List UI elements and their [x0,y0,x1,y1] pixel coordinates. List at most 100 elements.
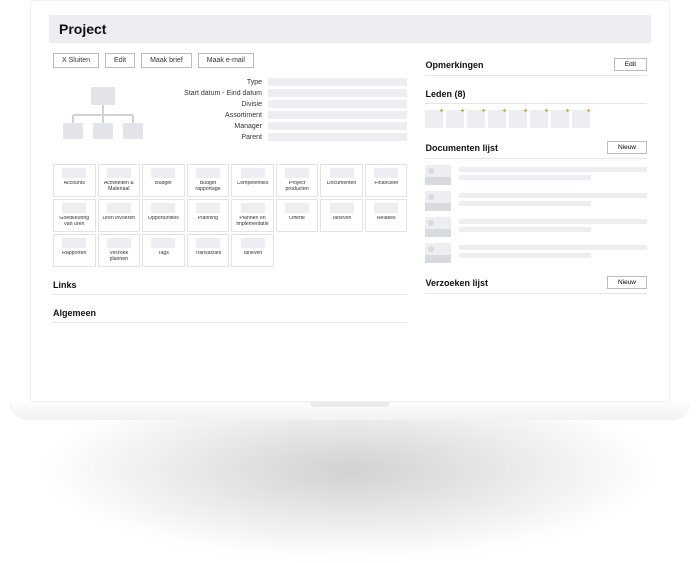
tab-16[interactable]: Rapporten [53,234,96,267]
member-avatar[interactable] [572,110,590,128]
section-notes: Opmerkingen Edit [425,53,647,76]
tab-swatch [107,168,131,178]
tab-label: Uren invoeren [103,216,136,228]
tab-17[interactable]: Verzoek plannen [98,234,141,267]
make-email-button[interactable]: Maak e-mail [198,53,254,68]
tab-19[interactable]: Transacties [187,234,230,267]
tab-6[interactable]: Documenten [320,164,363,197]
tab-swatch [62,203,86,213]
tab-swatch [196,238,220,248]
member-avatar[interactable] [446,110,464,128]
tab-9[interactable]: Uren invoeren [98,199,141,232]
members-row [425,110,647,128]
tab-label: Documenten [327,181,356,193]
tab-label: Competenties [237,181,269,193]
tab-label: Tags [158,251,169,263]
field-value-type [268,78,407,86]
section-documents: Documenten lijst Nieuw [425,136,647,159]
notes-edit-button[interactable]: Edit [614,58,647,71]
tab-0[interactable]: Accounts [53,164,96,197]
document-text [459,245,647,261]
section-general-label: Algemeen [53,308,96,318]
title-bar: Project [49,15,651,43]
document-row[interactable] [425,217,647,237]
member-avatar[interactable] [467,110,485,128]
section-requests: Verzoeken lijst Nieuw [425,271,647,294]
section-members-label: Leden (8) [425,89,465,99]
field-value-assortment [268,111,407,119]
tab-label: Plannen en implementatie [234,216,271,228]
make-letter-button[interactable]: Maak brief [141,53,192,68]
screen: Project X Sluiten Edit Maak brief Maak e… [30,0,670,402]
tab-label: Accounts [64,181,85,193]
toolbar: X Sluiten Edit Maak brief Maak e-mail [53,53,407,68]
documents-list [425,165,647,263]
section-members: Leden (8) [425,84,647,104]
tab-10[interactable]: Opportunities [142,199,185,232]
document-row[interactable] [425,243,647,263]
requests-new-button[interactable]: Nieuw [607,276,647,289]
tab-swatch [374,203,398,213]
member-avatar[interactable] [509,110,527,128]
tab-swatch [196,203,220,213]
document-text [459,193,647,209]
tab-8[interactable]: Goedkeuring van uren [53,199,96,232]
tab-swatch [285,168,309,178]
tab-swatch [374,168,398,178]
tab-swatch [285,203,309,213]
member-avatar[interactable] [488,110,506,128]
tab-swatch [151,168,175,178]
org-chart-icon [53,80,153,154]
member-avatar[interactable] [425,110,443,128]
tab-2[interactable]: Budget [142,164,185,197]
close-button[interactable]: X Sluiten [53,53,99,68]
tab-13[interactable]: Offerte [276,199,319,232]
tab-label: Relaties [377,216,396,228]
tab-7[interactable]: Financieel [365,164,408,197]
tab-label: Opportunities [148,216,179,228]
tab-12[interactable]: Plannen en implementatie [231,199,274,232]
tab-5[interactable]: Project producten [276,164,319,197]
tab-label: Activiteiten & Materiaal [101,181,138,193]
tab-label: Budget rapportage [190,181,227,193]
tab-18[interactable]: Tags [142,234,185,267]
field-label-dates: Start datum - Eind datum [167,90,262,97]
member-avatar[interactable] [530,110,548,128]
tab-15[interactable]: Relaties [365,199,408,232]
tab-label: Offerte [289,216,305,228]
field-value-parent [268,133,407,141]
edit-button[interactable]: Edit [105,53,135,68]
tab-label: Planning [198,216,218,228]
field-label-parent: Parent [167,134,262,141]
tab-swatch [241,168,265,178]
tab-14[interactable]: Tarieven [320,199,363,232]
tab-label: Rapporten [62,251,86,263]
tab-swatch [151,238,175,248]
section-requests-label: Verzoeken lijst [425,278,488,288]
section-links-label: Links [53,280,77,290]
tab-label: Transacties [195,251,222,263]
tab-swatch [62,168,86,178]
field-label-assortment: Assortiment [167,112,262,119]
image-icon [425,165,451,185]
image-icon [425,217,451,237]
tab-label: Budget [155,181,171,193]
image-icon [425,243,451,263]
tab-1[interactable]: Activiteiten & Materiaal [98,164,141,197]
tab-label: Goedkeuring van uren [56,216,93,228]
image-icon [425,191,451,211]
detail-fields: Type Start datum - Eind datum Divisie As… [167,78,407,154]
document-row[interactable] [425,165,647,185]
field-value-manager [268,122,407,130]
tab-11[interactable]: Planning [187,199,230,232]
tab-4[interactable]: Competenties [231,164,274,197]
documents-new-button[interactable]: Nieuw [607,141,647,154]
field-label-type: Type [167,79,262,86]
member-avatar[interactable] [551,110,569,128]
tab-3[interactable]: Budget rapportage [187,164,230,197]
tab-swatch [151,203,175,213]
tab-20[interactable]: Tarieven [231,234,274,267]
field-label-division: Divisie [167,101,262,108]
document-row[interactable] [425,191,647,211]
tab-swatch [241,203,265,213]
